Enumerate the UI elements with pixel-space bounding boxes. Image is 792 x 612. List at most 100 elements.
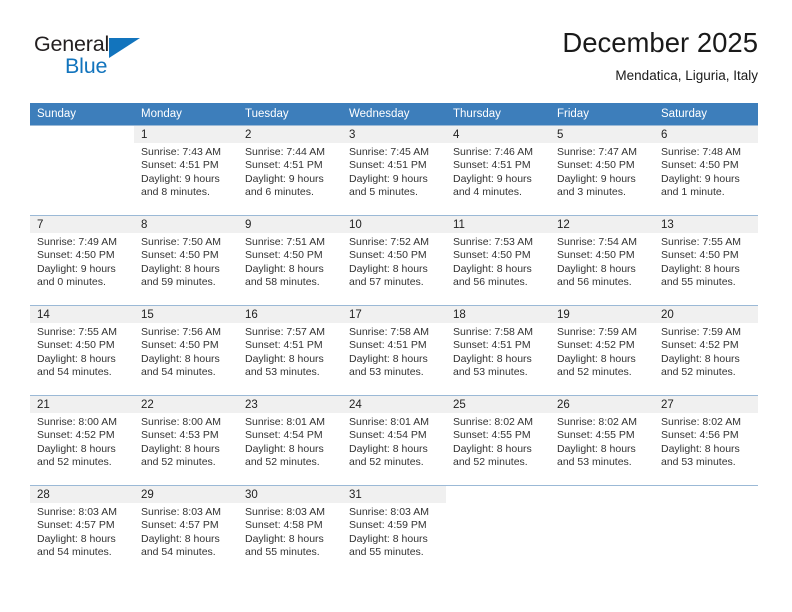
- day-number: 2: [238, 126, 342, 143]
- day-details: Sunrise: 7:55 AM Sunset: 4:50 PM Daylight:…: [654, 233, 758, 290]
- calendar-day-cell[interactable]: 17 Sunrise: 7:58 AM Sunset: 4:51 PM Dayligh…: [342, 305, 446, 396]
- daylight-duration-line1: Daylight: 8 hours: [661, 262, 740, 275]
- calendar-day-cell[interactable]: 20 Sunrise: 7:59 AM Sunset: 4:52 PM Dayligh…: [654, 305, 758, 396]
- day-details: Sunrise: 8:00 AM Sunset: 4:52 PM Daylight:…: [30, 413, 134, 470]
- day-number: 26: [550, 396, 654, 413]
- daylight-duration-line2: and 53 minutes.: [349, 366, 424, 379]
- calendar-day-cell[interactable]: 2 Sunrise: 7:44 AM Sunset: 4:51 PM Daylight…: [238, 125, 342, 216]
- daylight-duration-line1: Daylight: 9 hours: [453, 172, 532, 185]
- sunset-time: Sunset: 4:52 PM: [557, 339, 635, 352]
- sunrise-time: Sunrise: 7:59 AM: [557, 326, 637, 338]
- daylight-duration-line1: Daylight: 8 hours: [453, 352, 532, 365]
- calendar-day-cell[interactable]: 4 Sunrise: 7:46 AM Sunset: 4:51 PM Daylight…: [446, 125, 550, 216]
- daylight-duration-line1: Daylight: 8 hours: [661, 352, 740, 365]
- calendar-day-cell[interactable]: 23 Sunrise: 8:01 AM Sunset: 4:54 PM Dayligh…: [238, 395, 342, 486]
- daylight-duration-line2: and 56 minutes.: [453, 276, 528, 289]
- daylight-duration-line2: and 6 minutes.: [245, 186, 314, 199]
- calendar-day-cell[interactable]: 1 Sunrise: 7:43 AM Sunset: 4:51 PM Daylight…: [134, 125, 238, 216]
- day-details: Sunrise: 7:58 AM Sunset: 4:51 PM Daylight:…: [342, 323, 446, 380]
- sunset-time: Sunset: 4:50 PM: [453, 249, 531, 262]
- calendar-day-cell[interactable]: 19 Sunrise: 7:59 AM Sunset: 4:52 PM Dayligh…: [550, 305, 654, 396]
- calendar-day-cell[interactable]: 6 Sunrise: 7:48 AM Sunset: 4:50 PM Daylight…: [654, 125, 758, 216]
- calendar-day-cell[interactable]: 8 Sunrise: 7:50 AM Sunset: 4:50 PM Daylight…: [134, 215, 238, 306]
- logo-text-blue: Blue: [65, 54, 108, 78]
- calendar-day-cell[interactable]: 18 Sunrise: 7:58 AM Sunset: 4:51 PM Dayligh…: [446, 305, 550, 396]
- daylight-duration-line2: and 53 minutes.: [557, 456, 632, 469]
- day-number: 8: [134, 216, 238, 233]
- calendar-day-cell[interactable]: 22 Sunrise: 8:00 AM Sunset: 4:53 PM Dayligh…: [134, 395, 238, 486]
- daylight-duration-line1: Daylight: 9 hours: [349, 172, 428, 185]
- sunset-time: Sunset: 4:53 PM: [141, 429, 219, 442]
- day-details: Sunrise: 7:43 AM Sunset: 4:51 PM Daylight:…: [134, 143, 238, 200]
- daylight-duration-line1: Daylight: 9 hours: [557, 172, 636, 185]
- sunrise-time: Sunrise: 7:53 AM: [453, 236, 533, 248]
- sunset-time: Sunset: 4:57 PM: [141, 519, 219, 532]
- general-blue-logo[interactable]: General Blue: [34, 32, 174, 88]
- calendar-day-cell[interactable]: 25 Sunrise: 8:02 AM Sunset: 4:55 PM Dayligh…: [446, 395, 550, 486]
- calendar-day-cell[interactable]: 29 Sunrise: 8:03 AM Sunset: 4:57 PM Dayligh…: [134, 485, 238, 575]
- day-details: Sunrise: 8:03 AM Sunset: 4:59 PM Daylight:…: [342, 503, 446, 560]
- day-number: 11: [446, 216, 550, 233]
- day-number: 14: [30, 306, 134, 323]
- daylight-duration-line2: and 1 minute.: [661, 186, 725, 199]
- daylight-duration-line2: and 53 minutes.: [453, 366, 528, 379]
- sunset-time: Sunset: 4:55 PM: [557, 429, 635, 442]
- sunrise-time: Sunrise: 8:00 AM: [141, 416, 221, 428]
- sunset-time: Sunset: 4:51 PM: [349, 159, 427, 172]
- day-details: Sunrise: 7:59 AM Sunset: 4:52 PM Daylight:…: [654, 323, 758, 380]
- calendar-day-cell[interactable]: 3 Sunrise: 7:45 AM Sunset: 4:51 PM Daylight…: [342, 125, 446, 216]
- daylight-duration-line2: and 55 minutes.: [661, 276, 736, 289]
- sunset-time: Sunset: 4:51 PM: [141, 159, 219, 172]
- sunset-time: Sunset: 4:50 PM: [245, 249, 323, 262]
- calendar-day-cell[interactable]: 12 Sunrise: 7:54 AM Sunset: 4:50 PM Dayligh…: [550, 215, 654, 306]
- day-number: 10: [342, 216, 446, 233]
- calendar-day-cell[interactable]: 28 Sunrise: 8:03 AM Sunset: 4:57 PM Dayligh…: [30, 485, 134, 575]
- calendar-day-cell[interactable]: 27 Sunrise: 8:02 AM Sunset: 4:56 PM Dayligh…: [654, 395, 758, 486]
- daylight-duration-line2: and 52 minutes.: [349, 456, 424, 469]
- daylight-duration-line1: Daylight: 8 hours: [557, 352, 636, 365]
- daylight-duration-line1: Daylight: 8 hours: [349, 442, 428, 455]
- calendar-day-cell[interactable]: 21 Sunrise: 8:00 AM Sunset: 4:52 PM Dayligh…: [30, 395, 134, 486]
- daylight-duration-line2: and 52 minutes.: [245, 456, 320, 469]
- day-number: 7: [30, 216, 134, 233]
- sunset-time: Sunset: 4:59 PM: [349, 519, 427, 532]
- calendar-day-cell[interactable]: 9 Sunrise: 7:51 AM Sunset: 4:50 PM Daylight…: [238, 215, 342, 306]
- sunrise-time: Sunrise: 7:55 AM: [37, 326, 117, 338]
- sunrise-time: Sunrise: 7:46 AM: [453, 146, 533, 158]
- calendar-day-cell[interactable]: 13 Sunrise: 7:55 AM Sunset: 4:50 PM Dayligh…: [654, 215, 758, 306]
- day-number: 6: [654, 126, 758, 143]
- calendar-page: General Blue December 2025 Mendatica, Li…: [0, 0, 792, 612]
- day-details: Sunrise: 7:49 AM Sunset: 4:50 PM Daylight:…: [30, 233, 134, 290]
- daylight-duration-line1: Daylight: 8 hours: [349, 532, 428, 545]
- day-number: 16: [238, 306, 342, 323]
- daylight-duration-line2: and 52 minutes.: [453, 456, 528, 469]
- sunset-time: Sunset: 4:50 PM: [141, 249, 219, 262]
- day-details: Sunrise: 8:03 AM Sunset: 4:57 PM Daylight:…: [30, 503, 134, 560]
- daylight-duration-line1: Daylight: 8 hours: [141, 442, 220, 455]
- day-details: Sunrise: 7:59 AM Sunset: 4:52 PM Daylight:…: [550, 323, 654, 380]
- calendar-day-cell[interactable]: 15 Sunrise: 7:56 AM Sunset: 4:50 PM Dayligh…: [134, 305, 238, 396]
- calendar-day-cell[interactable]: 31 Sunrise: 8:03 AM Sunset: 4:59 PM Dayligh…: [342, 485, 446, 575]
- sunrise-time: Sunrise: 8:03 AM: [245, 506, 325, 518]
- calendar-day-cell[interactable]: 24 Sunrise: 8:01 AM Sunset: 4:54 PM Dayligh…: [342, 395, 446, 486]
- calendar-day-cell[interactable]: 14 Sunrise: 7:55 AM Sunset: 4:50 PM Dayligh…: [30, 305, 134, 396]
- day-details: Sunrise: 7:47 AM Sunset: 4:50 PM Daylight:…: [550, 143, 654, 200]
- calendar-day-cell[interactable]: 30 Sunrise: 8:03 AM Sunset: 4:58 PM Dayligh…: [238, 485, 342, 575]
- calendar-day-cell[interactable]: 10 Sunrise: 7:52 AM Sunset: 4:50 PM Dayligh…: [342, 215, 446, 306]
- calendar-day-cell[interactable]: 16 Sunrise: 7:57 AM Sunset: 4:51 PM Dayligh…: [238, 305, 342, 396]
- calendar-day-cell[interactable]: 5 Sunrise: 7:47 AM Sunset: 4:50 PM Daylight…: [550, 125, 654, 216]
- day-details: Sunrise: 7:52 AM Sunset: 4:50 PM Daylight:…: [342, 233, 446, 290]
- calendar-week-row: 14 Sunrise: 7:55 AM Sunset: 4:50 PM Dayligh…: [30, 305, 758, 396]
- calendar-day-cell[interactable]: 11 Sunrise: 7:53 AM Sunset: 4:50 PM Dayligh…: [446, 215, 550, 306]
- sunrise-time: Sunrise: 7:50 AM: [141, 236, 221, 248]
- day-number: [446, 486, 550, 503]
- sunrise-time: Sunrise: 7:55 AM: [661, 236, 741, 248]
- sunset-time: Sunset: 4:51 PM: [349, 339, 427, 352]
- sunset-time: Sunset: 4:50 PM: [141, 339, 219, 352]
- calendar-day-cell[interactable]: 26 Sunrise: 8:02 AM Sunset: 4:55 PM Dayligh…: [550, 395, 654, 486]
- sunset-time: Sunset: 4:51 PM: [453, 339, 531, 352]
- daylight-duration-line2: and 55 minutes.: [349, 546, 424, 559]
- calendar-day-cell[interactable]: 7 Sunrise: 7:49 AM Sunset: 4:50 PM Daylight…: [30, 215, 134, 306]
- weekday-header-tuesday: Tuesday: [238, 103, 342, 126]
- daylight-duration-line2: and 54 minutes.: [37, 366, 112, 379]
